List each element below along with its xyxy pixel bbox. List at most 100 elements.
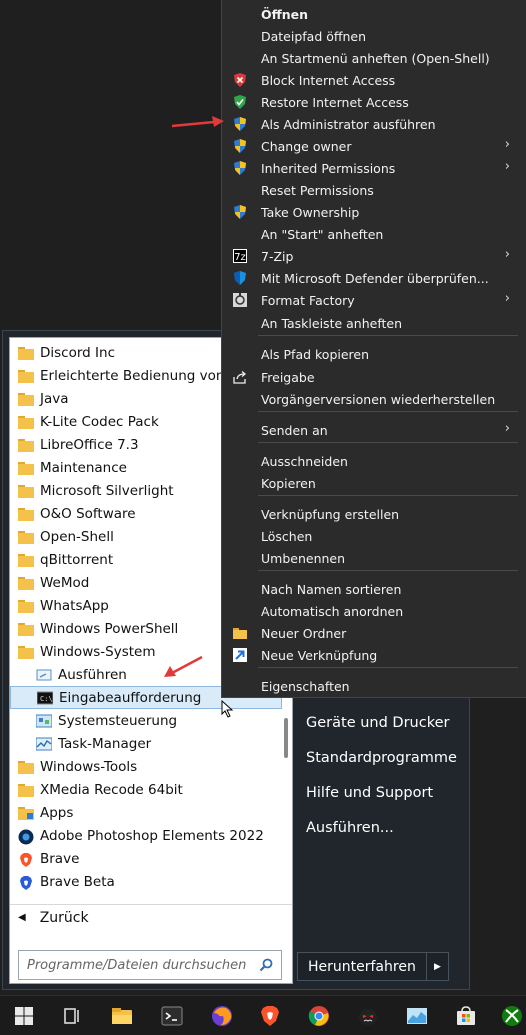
- red-annotation-arrow-icon: [171, 116, 224, 128]
- context-menu-label: Restore Internet Access: [261, 94, 409, 110]
- red-shield-icon: [232, 72, 248, 88]
- folder-icon: [18, 622, 34, 636]
- game-icon[interactable]: [356, 1004, 380, 1028]
- context-menu-item[interactable]: Reset Permissions: [222, 179, 522, 201]
- program-list-item[interactable]: Brave Beta: [10, 870, 292, 893]
- folder-icon: [18, 438, 34, 452]
- program-list-item[interactable]: Task-Manager: [10, 732, 292, 755]
- folder-icon: [18, 392, 34, 406]
- context-menu-label: Neue Verknüpfung: [261, 647, 378, 663]
- folder-icon: [18, 645, 34, 659]
- menu-separator: [258, 667, 518, 668]
- context-menu-item[interactable]: Als Administrator ausführen: [222, 113, 522, 135]
- context-menu-item[interactable]: Neuer Ordner: [222, 622, 522, 644]
- folder-icon: [18, 507, 34, 521]
- context-menu-item[interactable]: Als Pfad kopieren: [222, 343, 522, 365]
- program-label: Apps: [40, 804, 74, 821]
- windows-start-icon[interactable]: [12, 1004, 36, 1028]
- program-label: Discord Inc: [40, 344, 115, 361]
- program-list-item[interactable]: XMedia Recode 64bit: [10, 778, 292, 801]
- context-menu-item[interactable]: Kopieren: [222, 472, 522, 494]
- menu-separator: [258, 570, 518, 571]
- context-menu-item[interactable]: Inherited Permissions ›: [222, 157, 522, 179]
- context-menu-label: Ausschneiden: [261, 453, 348, 469]
- context-menu-label: Vorgängerversionen wiederherstellen: [261, 391, 496, 407]
- shutdown-options-arrow-icon[interactable]: ▶: [426, 953, 448, 980]
- program-label: Java: [40, 390, 69, 407]
- context-menu-item[interactable]: Automatisch anordnen: [222, 600, 522, 622]
- run-link[interactable]: Ausführen...: [306, 820, 394, 836]
- context-menu-item[interactable]: Format Factory ›: [222, 289, 522, 311]
- context-menu-label: Format Factory: [261, 292, 355, 308]
- brave-icon[interactable]: [258, 1004, 282, 1028]
- program-label: Ausführen: [58, 666, 127, 683]
- context-menu-item[interactable]: Senden an ›: [222, 419, 522, 441]
- context-menu-item[interactable]: Umbenennen: [222, 547, 522, 569]
- uac-shield-icon: [232, 138, 248, 154]
- context-menu-label: Neuer Ordner: [261, 625, 347, 641]
- search-input[interactable]: Programme/Dateien durchsuchen: [18, 950, 282, 980]
- control-panel-icon: [35, 714, 53, 728]
- context-menu-item[interactable]: Vorgängerversionen wiederherstellen: [222, 388, 522, 410]
- context-menu-item[interactable]: Mit Microsoft Defender überprüfen...: [222, 267, 522, 289]
- program-label: XMedia Recode 64bit: [40, 781, 183, 798]
- chevron-right-icon: ›: [504, 421, 510, 436]
- scrollbar-thumb[interactable]: [284, 718, 288, 758]
- menu-separator: [258, 495, 518, 496]
- back-button[interactable]: ◀ Zurück: [10, 904, 292, 930]
- folder-icon: [18, 783, 34, 797]
- devices-printers-link[interactable]: Geräte und Drucker: [306, 715, 449, 731]
- context-menu-item[interactable]: Restore Internet Access: [222, 91, 522, 113]
- context-menu-item[interactable]: Freigabe: [222, 366, 522, 388]
- program-list-item[interactable]: Systemsteuerung: [10, 709, 292, 732]
- context-menu-item[interactable]: Löschen: [222, 525, 522, 547]
- search-icon: [259, 958, 273, 972]
- back-label: Zurück: [39, 909, 89, 926]
- context-menu-item[interactable]: Neue Verknüpfung: [222, 644, 522, 666]
- program-label: Windows-Tools: [40, 758, 138, 775]
- context-menu-item[interactable]: Take Ownership: [222, 201, 522, 223]
- program-list-item[interactable]: Brave: [10, 847, 292, 870]
- stocks-icon[interactable]: [405, 1004, 429, 1028]
- task-manager-icon: [35, 737, 53, 751]
- context-menu-label: Change owner: [261, 138, 352, 154]
- context-menu-item[interactable]: Change owner ›: [222, 135, 522, 157]
- context-menu-item[interactable]: Eigenschaften: [222, 675, 522, 697]
- context-menu-item[interactable]: An "Start" anheften: [222, 223, 522, 245]
- run-icon: [36, 668, 52, 682]
- context-menu-item[interactable]: Ausschneiden: [222, 450, 522, 472]
- task-view-icon[interactable]: [60, 1004, 84, 1028]
- context-menu-item[interactable]: Öffnen: [222, 3, 522, 25]
- help-support-link[interactable]: Hilfe und Support: [306, 785, 433, 801]
- program-list-item[interactable]: Adobe Photoshop Elements 2022: [10, 824, 292, 847]
- folder-icon: [18, 553, 34, 567]
- folder-icon: [18, 346, 34, 360]
- default-programs-link[interactable]: Standardprogramme: [306, 750, 457, 766]
- program-list-item[interactable]: Apps: [10, 801, 292, 824]
- context-menu-label: Senden an: [261, 422, 328, 438]
- mouse-cursor-icon: [221, 700, 234, 718]
- format-factory-icon: [232, 292, 248, 308]
- file-explorer-icon[interactable]: [110, 1004, 134, 1028]
- context-menu-label: Verknüpfung erstellen: [261, 506, 400, 522]
- context-menu-item[interactable]: Block Internet Access: [222, 69, 522, 91]
- context-menu-label: An Startmenü anheften (Open-Shell): [261, 50, 490, 66]
- firefox-icon[interactable]: [210, 1004, 234, 1028]
- context-menu-item[interactable]: Verknüpfung erstellen: [222, 503, 522, 525]
- red-annotation-arrow-icon: [164, 655, 203, 677]
- xbox-icon[interactable]: [500, 1004, 524, 1028]
- program-label: Brave Beta: [40, 873, 115, 890]
- context-menu-item[interactable]: 7z 7-Zip ›: [222, 245, 522, 267]
- program-label: WhatsApp: [40, 597, 109, 614]
- context-menu: Öffnen Dateipfad öffnen An Startmenü anhef…: [221, 0, 526, 698]
- context-menu-item[interactable]: An Startmenü anheften (Open-Shell): [222, 47, 522, 69]
- program-label: Maintenance: [40, 459, 127, 476]
- store-icon[interactable]: [454, 1004, 478, 1028]
- shutdown-button[interactable]: Herunterfahren ▶: [297, 952, 449, 981]
- chrome-icon[interactable]: [307, 1004, 331, 1028]
- program-list-item[interactable]: Windows-Tools: [10, 755, 292, 778]
- context-menu-item[interactable]: Nach Namen sortieren: [222, 578, 522, 600]
- context-menu-item[interactable]: Dateipfad öffnen: [222, 25, 522, 47]
- context-menu-item[interactable]: An Taskleiste anheften: [222, 312, 522, 334]
- terminal-icon[interactable]: [160, 1004, 184, 1028]
